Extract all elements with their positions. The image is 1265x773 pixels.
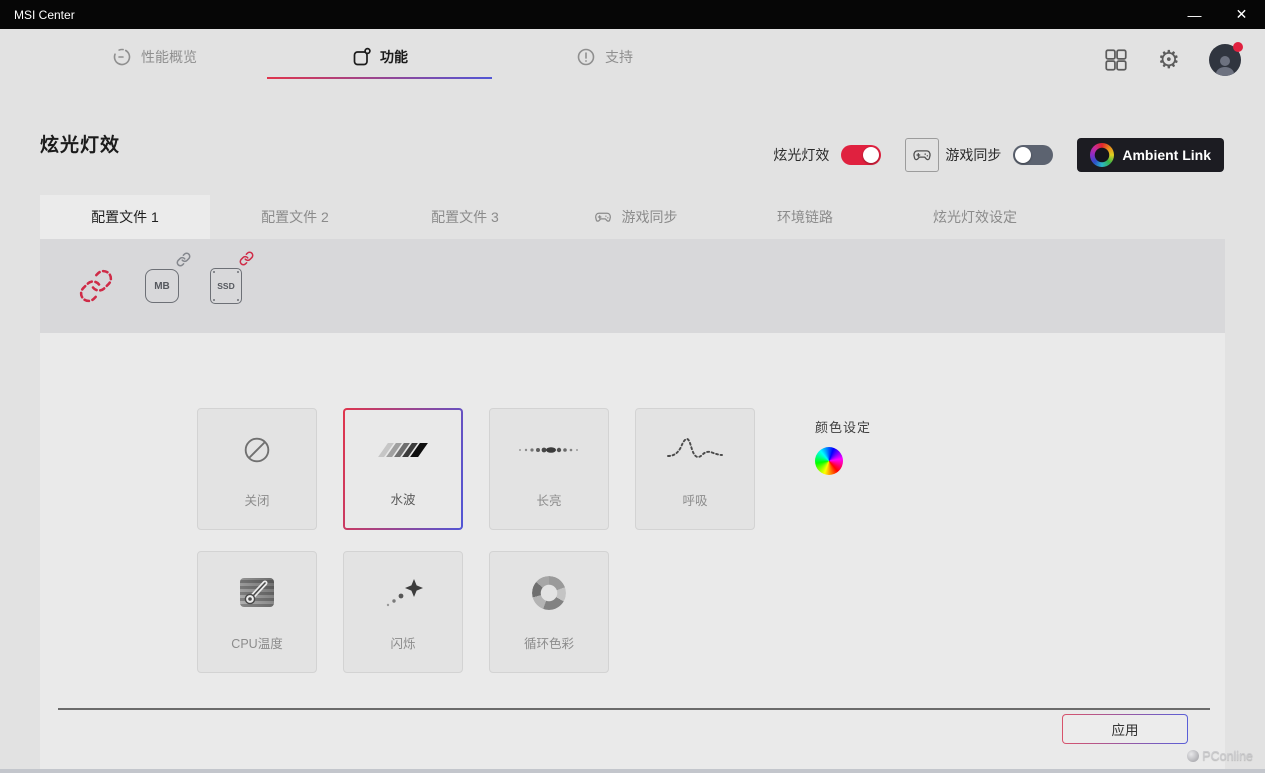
nav-item-features[interactable]: 功能 — [267, 29, 492, 85]
effect-card-water-wave[interactable]: 水波 — [343, 408, 463, 530]
tab-label: 环境链路 — [777, 209, 833, 225]
ambient-link-label: Ambient Link — [1122, 147, 1211, 163]
app-title: MSI Center — [14, 7, 75, 22]
apps-grid-icon[interactable] — [1103, 47, 1129, 73]
effect-card-steady[interactable]: 长亮 — [489, 408, 609, 530]
ssd-icon: SSD — [210, 268, 242, 304]
effect-card-breathing[interactable]: 呼吸 — [635, 408, 755, 530]
effect-label: 关闭 — [244, 494, 270, 508]
settings-gear-icon[interactable]: ⚙ — [1158, 47, 1180, 73]
screw-dot — [213, 299, 215, 301]
effect-label: 闪烁 — [390, 637, 416, 651]
motherboard-icon: MB — [145, 269, 179, 303]
game-sync-toggle[interactable] — [1013, 145, 1054, 165]
color-wheel-picker[interactable] — [815, 447, 843, 475]
effect-label: 长亮 — [536, 494, 562, 508]
tab-profile-2[interactable]: 配置文件 2 — [210, 195, 380, 239]
device-band: MB SSD — [40, 239, 1225, 333]
tab-label: 游戏同步 — [621, 209, 678, 225]
effect-label: 循环色彩 — [523, 637, 574, 651]
device-label: MB — [154, 280, 170, 292]
tab-label: 配置文件 1 — [91, 209, 159, 225]
window-controls: — ✕ — [1171, 0, 1265, 29]
notification-dot — [1233, 42, 1243, 52]
tab-label: 配置文件 2 — [261, 209, 329, 225]
tab-label: 炫光灯效设定 — [933, 209, 1017, 225]
game-sync-toggle-label: 游戏同步 — [945, 147, 1002, 163]
tab-profile-3[interactable]: 配置文件 3 — [380, 195, 550, 239]
performance-gauge-icon — [112, 47, 132, 67]
link-badge-active-icon — [239, 251, 254, 266]
close-button[interactable]: ✕ — [1218, 0, 1265, 29]
tab-label: 配置文件 3 — [431, 209, 499, 225]
apply-button[interactable]: 应用 — [1062, 714, 1188, 744]
tab-mystic-light-settings[interactable]: 炫光灯效设定 — [890, 195, 1060, 239]
device-motherboard[interactable]: MB — [145, 252, 191, 303]
nav-item-performance[interactable]: 性能概览 — [42, 29, 267, 85]
ambient-link-logo-icon — [1090, 143, 1115, 167]
tab-profile-1[interactable]: 配置文件 1 — [40, 195, 210, 239]
device-ssd[interactable]: SSD — [210, 251, 254, 304]
effect-label: CPU温度 — [231, 637, 283, 651]
color-ring-icon — [532, 552, 566, 633]
breath-wave-icon — [666, 409, 724, 490]
toggle-knob — [1015, 147, 1032, 163]
effect-card-off[interactable]: 关闭 — [197, 408, 317, 530]
ambient-link-button[interactable]: Ambient Link — [1077, 138, 1224, 172]
watermark-text: PConline — [1202, 749, 1253, 763]
effects-panel: 关闭 水波 长亮 呼吸 CPU温度 闪烁 循环色彩 颜色设定 应用 — [40, 333, 1225, 773]
effect-label: 呼吸 — [682, 494, 708, 508]
support-bubble-icon — [576, 47, 596, 67]
effect-cards: 关闭 水波 长亮 呼吸 CPU温度 闪烁 循环色彩 — [197, 408, 755, 673]
screw-dot — [237, 271, 239, 273]
features-app-icon — [351, 47, 371, 67]
color-setting: 颜色设定 — [815, 417, 871, 475]
device-label: SSD — [217, 281, 235, 291]
page-title: 炫光灯效 — [40, 135, 121, 156]
window-bottom-edge — [0, 769, 1265, 773]
sparkle-icon — [383, 552, 423, 633]
nav-item-label: 性能概览 — [141, 49, 197, 65]
cpu-temp-icon — [240, 552, 274, 633]
pconline-watermark: PConline — [1187, 749, 1253, 763]
footer-divider — [58, 708, 1210, 710]
tab-ambient-link[interactable]: 环境链路 — [720, 195, 890, 239]
toggle-knob — [863, 147, 880, 163]
tab-game-sync[interactable]: 游戏同步 — [550, 195, 720, 239]
minimize-button[interactable]: — — [1171, 0, 1218, 29]
effect-card-color-cycle[interactable]: 循环色彩 — [489, 551, 609, 673]
effect-card-cpu-temp[interactable]: CPU温度 — [197, 551, 317, 673]
nav-right-icons: ⚙ — [1103, 29, 1243, 91]
link-all-devices-icon[interactable] — [78, 268, 114, 304]
effect-label: 水波 — [390, 493, 416, 507]
profile-tabs: 配置文件 1 配置文件 2 配置文件 3 游戏同步 环境链路 炫光灯效设定 — [40, 195, 1060, 239]
ban-icon — [241, 409, 273, 490]
effect-card-flashing[interactable]: 闪烁 — [343, 551, 463, 673]
header-controls: 炫光灯效 游戏同步 Ambient Link — [773, 138, 1224, 172]
user-avatar[interactable] — [1209, 42, 1243, 76]
wave-stripes-icon — [378, 410, 428, 489]
screw-dot — [237, 299, 239, 301]
link-badge-icon — [176, 252, 191, 267]
pconline-logo-icon — [1187, 750, 1200, 762]
color-setting-label: 颜色设定 — [815, 420, 872, 435]
steady-dots-icon — [517, 409, 581, 490]
title-bar: MSI Center — ✕ — [0, 0, 1265, 29]
screw-dot — [213, 271, 215, 273]
mystic-light-toggle[interactable] — [841, 145, 882, 165]
nav-item-label: 支持 — [605, 49, 633, 65]
mystic-light-toggle-label: 炫光灯效 — [773, 147, 830, 163]
top-nav: 性能概览 功能 支持 — [42, 29, 717, 85]
gamepad-icon — [593, 207, 613, 227]
nav-item-label: 功能 — [380, 49, 408, 65]
nav-item-support[interactable]: 支持 — [492, 29, 717, 85]
game-sync-gamepad-icon — [905, 138, 940, 172]
